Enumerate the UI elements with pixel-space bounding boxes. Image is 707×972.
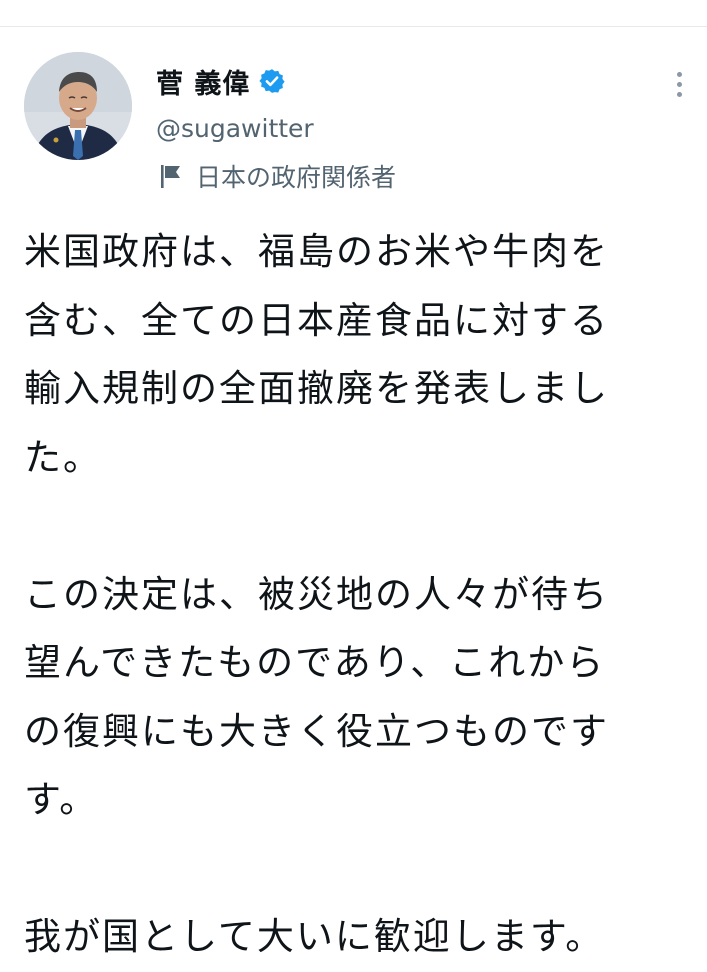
verified-badge-icon	[258, 67, 286, 95]
tweet-line: の復興にも大きく役立つものです	[24, 709, 609, 753]
author-handle[interactable]: @sugawitter	[156, 114, 314, 143]
more-dot	[676, 81, 682, 87]
tweet-line: 米国政府は、福島のお米や牛肉を	[24, 230, 609, 273]
tweet-text: 米国政府は、福島のお米や牛肉を 含む、全ての日本産食品に対する 輸入規制の全面撤…	[24, 218, 694, 972]
author-avatar[interactable]	[24, 52, 132, 160]
tweet-line: た。	[24, 435, 102, 479]
more-dot	[676, 91, 682, 97]
tweet-line: 輸入規制の全面撤廃を発表しまし	[24, 367, 609, 410]
avatar-photo-icon	[24, 52, 132, 160]
account-label: 日本の政府関係者	[196, 163, 397, 192]
flag-icon	[158, 162, 184, 190]
author-display-name[interactable]: 菅 義偉	[156, 62, 250, 101]
tweet-line: す。	[24, 778, 99, 821]
account-label-row: 日本の政府関係者	[158, 156, 396, 196]
tweet-line: 望んできたものであり、これから	[24, 641, 606, 684]
top-divider	[0, 26, 707, 27]
tweet-line: 含む、全ての日本産食品に対する	[24, 298, 609, 342]
tweet-line: この決定は、被災地の人々が待ち	[24, 572, 609, 616]
author-name-row[interactable]: 菅 義偉	[156, 62, 286, 100]
tweet-line: 我が国として大いに歓迎します。	[24, 915, 605, 958]
more-dot	[676, 71, 682, 77]
more-options-button[interactable]	[664, 64, 694, 104]
